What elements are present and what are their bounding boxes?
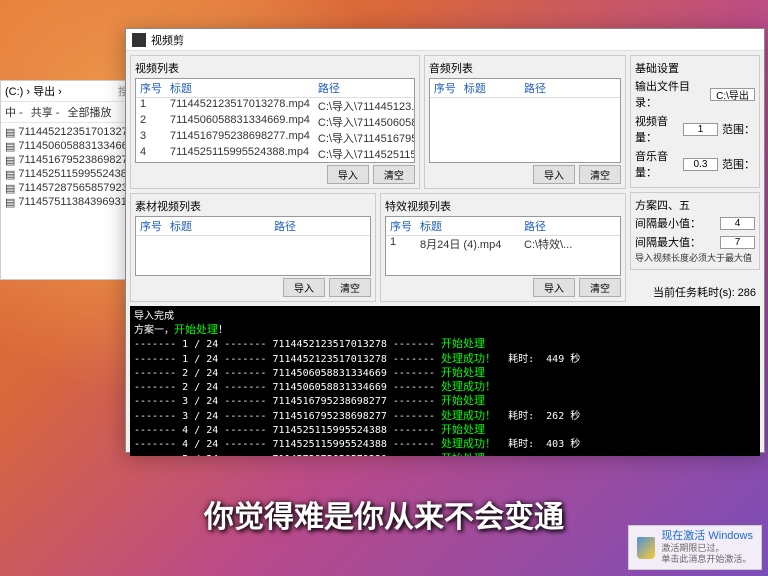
- list-item[interactable]: 57114572875658579230.mp4C:\导入\7114572875…: [136, 162, 414, 163]
- window-title: 视频剪: [151, 32, 184, 48]
- list-item[interactable]: 17114452123517013278.mp4C:\导入\711445123.…: [136, 98, 414, 114]
- clear-button[interactable]: 清空: [579, 278, 621, 297]
- audio-volume-input[interactable]: [683, 158, 718, 171]
- video-volume-input[interactable]: [683, 123, 718, 136]
- toolbar-item[interactable]: 共享 -: [31, 104, 60, 120]
- video-list-panel: 视频列表 序号标题路径 17114452123517013278.mp4C:\导…: [130, 55, 420, 189]
- audio-list-panel: 音频列表 序号标题路径 导入 清空: [424, 55, 626, 189]
- effect-list-panel: 特效视频列表 序号标题路径 18月24日 (4).mp4C:\特效\... 导入…: [380, 193, 626, 302]
- console-output[interactable]: 导入完成 方案一，开始处理！ ------- 1 / 24 ------- 71…: [130, 306, 760, 456]
- toolbar-item[interactable]: 中 -: [5, 104, 23, 120]
- video-editor-window: 视频剪 视频列表 序号标题路径 17114452123517013278.mp4…: [125, 28, 765, 453]
- audio-list[interactable]: 序号标题路径: [429, 78, 621, 163]
- video-file-icon: ▤: [5, 168, 15, 180]
- gap-min-input[interactable]: [720, 217, 755, 230]
- clear-button[interactable]: 清空: [329, 278, 371, 297]
- shield-icon: [637, 537, 655, 559]
- import-button[interactable]: 导入: [283, 278, 325, 297]
- list-item[interactable]: 37114516795238698277.mp4C:\导入\7114516795…: [136, 130, 414, 146]
- material-list[interactable]: 序号标题路径: [135, 216, 371, 276]
- clear-button[interactable]: 清空: [373, 165, 415, 184]
- status-text: 当前任务耗时(s): 286: [630, 282, 760, 302]
- import-button[interactable]: 导入: [327, 165, 369, 184]
- video-file-icon: ▤: [5, 140, 15, 152]
- video-subtitle: 你觉得难是你从来不会变通: [0, 492, 768, 536]
- video-file-icon: ▤: [5, 154, 15, 166]
- plan-panel: 方案四、五 间隔最小值： 间隔最大值： 导入视频长度必须大于最大值: [630, 192, 760, 270]
- output-dir-input[interactable]: [710, 88, 755, 101]
- video-file-icon: ▤: [5, 196, 15, 208]
- app-icon: [132, 33, 146, 47]
- list-item[interactable]: 27114506058831334669.mp4C:\导入\7114506058…: [136, 114, 414, 130]
- list-item[interactable]: 18月24日 (4).mp4C:\特效\...: [386, 236, 620, 252]
- titlebar[interactable]: 视频剪: [126, 29, 764, 51]
- video-file-icon: ▤: [5, 182, 15, 194]
- video-file-icon: ▤: [5, 126, 15, 138]
- clear-button[interactable]: 清空: [579, 165, 621, 184]
- gap-max-input[interactable]: [720, 236, 755, 249]
- effect-list[interactable]: 序号标题路径 18月24日 (4).mp4C:\特效\...: [385, 216, 621, 276]
- import-button[interactable]: 导入: [533, 278, 575, 297]
- list-item[interactable]: 47114525115995524388.mp4C:\导入\7114525115…: [136, 146, 414, 162]
- import-button[interactable]: 导入: [533, 165, 575, 184]
- material-list-panel: 素材视频列表 序号标题路径 导入 清空: [130, 193, 376, 302]
- settings-panel: 基础设置 输出文件目录： 视频音量： 范围： 音乐音量： 范围：: [630, 55, 760, 188]
- video-list[interactable]: 序号标题路径 17114452123517013278.mp4C:\导入\711…: [135, 78, 415, 163]
- toolbar-item[interactable]: 全部播放: [67, 104, 111, 120]
